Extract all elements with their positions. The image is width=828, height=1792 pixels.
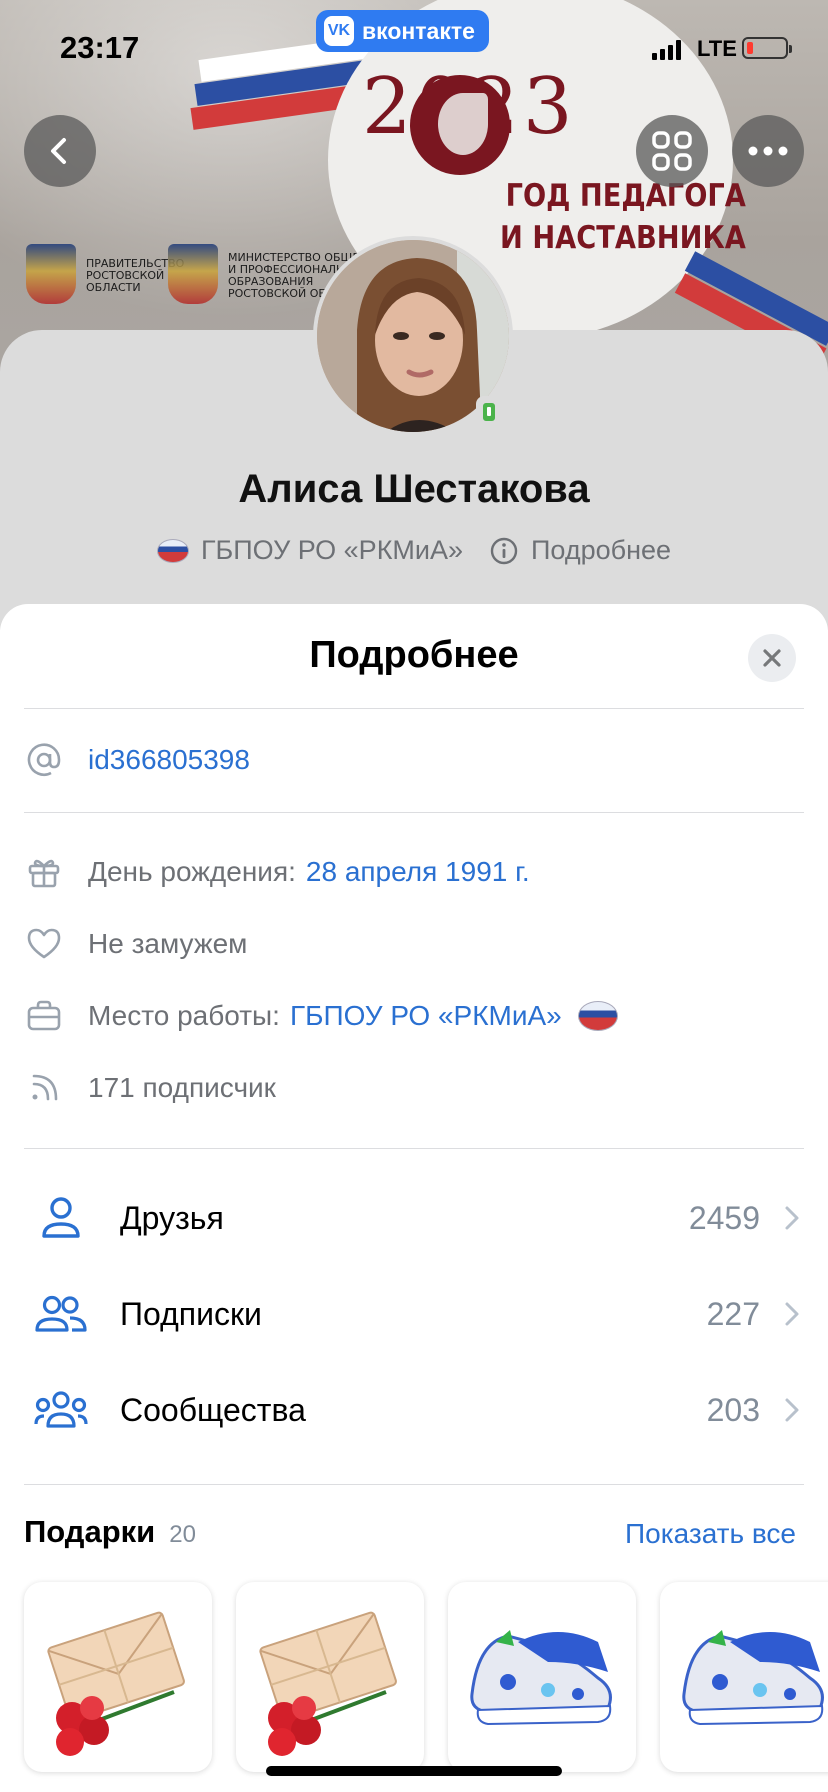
relationship-row: Не замужем: [24, 924, 247, 964]
info-icon: [490, 537, 518, 564]
at-icon: [24, 740, 64, 780]
profile-id[interactable]: id366805398: [88, 744, 250, 776]
rss-icon: [24, 1068, 64, 1108]
work-label: Место работы:: [88, 1000, 280, 1031]
nav-communities[interactable]: Сообщества 203: [30, 1378, 800, 1442]
network-type: LTE: [697, 36, 737, 61]
followers-row[interactable]: 171 подписчик: [24, 1068, 276, 1108]
users-icon: [30, 1288, 92, 1340]
sneakers-gift: [470, 1630, 612, 1726]
divider: [24, 1484, 804, 1485]
cover-headline-line2: И НАСТАВНИКА: [500, 220, 746, 256]
close-button[interactable]: [748, 634, 796, 682]
divider: [24, 812, 804, 813]
status-time: 23:17: [60, 30, 140, 65]
heart-icon: [24, 924, 64, 964]
more-button[interactable]: [732, 115, 804, 187]
chevron-left-icon: [51, 138, 66, 164]
gifts-title: Подарки: [24, 1514, 156, 1549]
grid-icon: [652, 131, 692, 171]
chevron-right-icon: [785, 1398, 799, 1422]
communities-icon: [30, 1384, 92, 1436]
close-icon: [763, 649, 781, 667]
divider: [24, 1148, 804, 1149]
nav-subscriptions[interactable]: Подписки 227: [30, 1282, 800, 1346]
online-mobile-icon: [476, 396, 502, 428]
battery-icon: [742, 37, 792, 59]
birthday-row: День рождения: 28 апреля 1991 г.: [24, 852, 530, 892]
gift-card[interactable]: [448, 1582, 636, 1772]
birthday-label: День рождения:: [88, 856, 296, 887]
vk-app-name: вконтакте: [362, 17, 475, 44]
profile-name: Алиса Шестакова: [238, 467, 590, 511]
work-value[interactable]: ГБПОУ РО «РКМиА»: [290, 1000, 562, 1032]
vk-logo-icon: VK: [324, 16, 354, 46]
services-button[interactable]: [636, 115, 708, 187]
sheet-title: Подробнее: [309, 634, 519, 676]
signal-icon: [652, 40, 681, 60]
nav-subscriptions-count: 227: [706, 1295, 760, 1332]
more-dots-icon: [748, 146, 788, 156]
chevron-right-icon: [785, 1302, 799, 1326]
nav-friends-label: Друзья: [120, 1199, 224, 1236]
profile-subline: ГБПОУ РО «РКМиА» Подробнее: [0, 535, 828, 566]
birthday-value[interactable]: 28 апреля 1991 г.: [306, 856, 530, 888]
status-bar: 23:17 VK вконтакте LTE: [0, 0, 828, 100]
school-logo-icon: [156, 538, 189, 563]
relationship-status: Не замужем: [88, 928, 248, 959]
profile-id-row[interactable]: id366805398: [24, 740, 250, 780]
followers-count: 171 подписчик: [88, 1072, 276, 1103]
school-logo-icon: [577, 1001, 618, 1031]
details-sheet: Подробнее id366805398 День рождения: 28 …: [0, 604, 828, 1792]
gifts-count: 20: [169, 1521, 196, 1548]
gift-icon: [24, 852, 64, 892]
envelope-flowers-gift: [47, 1611, 185, 1756]
sneakers-gift: [682, 1630, 824, 1726]
nav-friends-count: 2459: [688, 1199, 760, 1236]
gift-card[interactable]: [660, 1582, 828, 1772]
divider: [24, 708, 804, 709]
envelope-flowers-gift: [259, 1611, 397, 1756]
rostov-emblem-icon: [26, 244, 76, 304]
chevron-right-icon: [785, 1206, 799, 1230]
ministry-emblem-icon: [168, 244, 218, 304]
nav-subscriptions-label: Подписки: [120, 1295, 262, 1332]
gifts-header: Подарки 20: [24, 1514, 196, 1550]
nav-communities-label: Сообщества: [120, 1391, 306, 1428]
profile-details-link[interactable]: Подробнее: [531, 535, 671, 566]
user-icon: [30, 1192, 92, 1244]
nav-friends[interactable]: Друзья 2459: [30, 1186, 800, 1250]
home-indicator[interactable]: [266, 1766, 562, 1776]
gifts-show-all-link[interactable]: Показать все: [625, 1518, 796, 1550]
cover-headline-line1: ГОД ПЕДАГОГА: [505, 178, 746, 214]
nav-communities-count: 203: [706, 1391, 760, 1428]
gift-card[interactable]: [24, 1582, 212, 1772]
work-row: Место работы: ГБПОУ РО «РКМиА»: [24, 996, 618, 1036]
cover-headline: ГОД ПЕДАГОГА И НАСТАВНИКА: [500, 175, 746, 259]
briefcase-icon: [24, 996, 64, 1036]
vk-app-pill[interactable]: VK вконтакте: [316, 10, 489, 52]
profile-workplace[interactable]: ГБПОУ РО «РКМиА»: [201, 535, 463, 566]
gift-card[interactable]: [236, 1582, 424, 1772]
back-button[interactable]: [24, 115, 96, 187]
